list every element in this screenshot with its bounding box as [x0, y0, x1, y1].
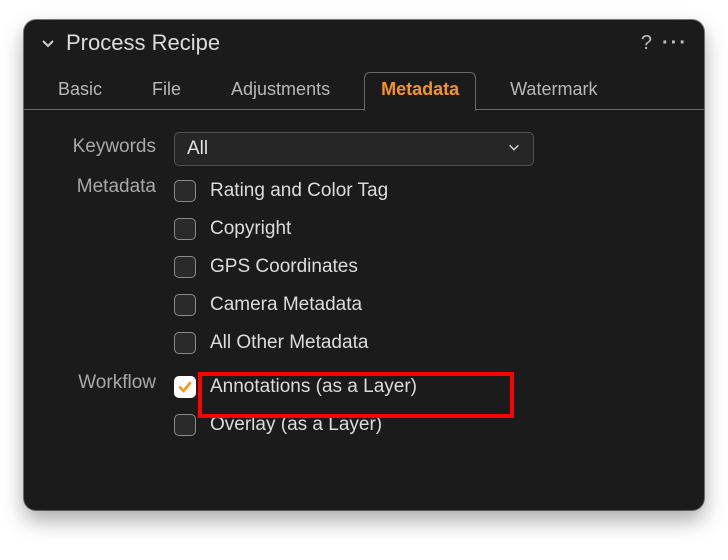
workflow-label: Workflow — [54, 368, 174, 394]
checkbox-camera-metadata[interactable] — [174, 294, 196, 316]
help-icon[interactable]: ? — [641, 32, 652, 55]
checkbox-row-gps: GPS Coordinates — [174, 248, 674, 286]
checkmark-icon — [177, 379, 193, 395]
tab-watermark[interactable]: Watermark — [494, 73, 613, 110]
checkbox-label: Copyright — [210, 218, 291, 240]
tab-adjustments[interactable]: Adjustments — [215, 73, 346, 110]
checkbox-all-other-metadata[interactable] — [174, 332, 196, 354]
tab-file[interactable]: File — [136, 73, 197, 110]
chevron-down-icon[interactable] — [40, 35, 56, 51]
checkbox-row-camera-metadata: Camera Metadata — [174, 286, 674, 324]
checkbox-gps[interactable] — [174, 256, 196, 278]
checkbox-row-annotations: Annotations (as a Layer) — [174, 368, 674, 406]
process-recipe-panel: Process Recipe ? ··· Basic File Adjustme… — [24, 20, 704, 510]
checkbox-row-all-other-metadata: All Other Metadata — [174, 324, 674, 362]
checkbox-row-copyright: Copyright — [174, 210, 674, 248]
checkbox-row-rating-color-tag: Rating and Color Tag — [174, 172, 674, 210]
keywords-label: Keywords — [54, 132, 174, 158]
chevron-down-icon — [507, 138, 521, 160]
row-metadata: Metadata Rating and Color Tag Copyright … — [54, 172, 674, 362]
checkbox-annotations[interactable] — [174, 376, 196, 398]
tabs-bar: Basic File Adjustments Metadata Watermar… — [24, 66, 704, 110]
row-keywords: Keywords All — [54, 132, 674, 166]
checkbox-label: Rating and Color Tag — [210, 180, 388, 202]
tab-metadata[interactable]: Metadata — [364, 72, 476, 111]
panel-title: Process Recipe — [66, 30, 631, 56]
checkbox-copyright[interactable] — [174, 218, 196, 240]
checkbox-label: All Other Metadata — [210, 332, 368, 354]
tab-basic[interactable]: Basic — [42, 73, 118, 110]
more-icon[interactable]: ··· — [662, 32, 688, 55]
checkbox-row-overlay: Overlay (as a Layer) — [174, 406, 674, 444]
checkbox-label: GPS Coordinates — [210, 256, 358, 278]
panel-body: Keywords All Metadata Rating and Color T… — [24, 110, 704, 470]
checkbox-label: Camera Metadata — [210, 294, 362, 316]
checkbox-overlay[interactable] — [174, 414, 196, 436]
metadata-label: Metadata — [54, 172, 174, 198]
keywords-select-value: All — [187, 138, 208, 160]
row-workflow: Workflow Annotations (as a Layer) Overla… — [54, 368, 674, 444]
checkbox-label: Annotations (as a Layer) — [210, 376, 417, 398]
panel-header: Process Recipe ? ··· — [24, 20, 704, 66]
checkbox-label: Overlay (as a Layer) — [210, 414, 382, 436]
checkbox-rating-color-tag[interactable] — [174, 180, 196, 202]
keywords-select[interactable]: All — [174, 132, 534, 166]
